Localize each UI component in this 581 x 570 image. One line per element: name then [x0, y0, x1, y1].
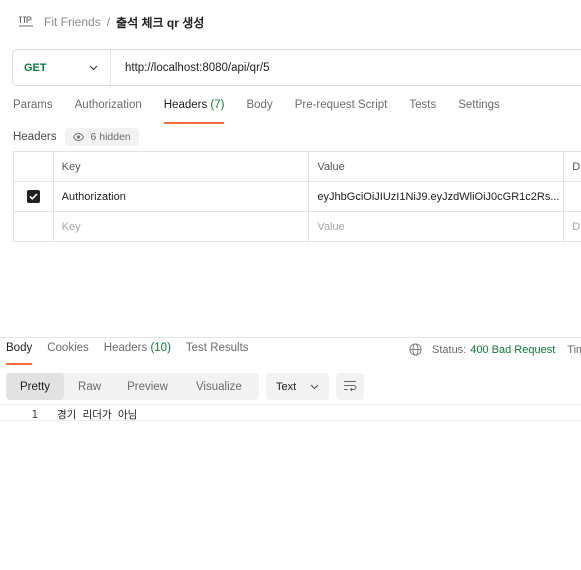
response-divider[interactable] [0, 337, 581, 338]
response-tab-headers[interactable]: Headers (10) [104, 342, 171, 362]
response-tab-cookies[interactable]: Cookies [47, 342, 89, 362]
new-value-field[interactable]: Value [309, 212, 565, 241]
table-row-empty: Key Value D [14, 212, 581, 242]
column-header-key: Key [54, 152, 310, 181]
column-header-description: D [564, 152, 581, 181]
request-tabs: Params Authorization Headers (7) Body Pr… [13, 99, 522, 124]
tab-headers[interactable]: Headers (7) [163, 99, 225, 124]
row-checkbox-cell [14, 212, 54, 241]
row-enabled-checkbox[interactable] [26, 190, 40, 203]
chevron-down-icon [310, 381, 319, 393]
chevron-down-icon [89, 62, 98, 74]
hidden-headers-toggle[interactable]: 6 hidden [65, 128, 139, 146]
tab-label: Test Results [185, 342, 249, 354]
status-badge[interactable]: 400 Bad Request [470, 344, 555, 356]
table-row: Authorization eyJhbGciOiJIUzI1NiJ9.eyJzd… [14, 182, 581, 212]
table-header-row: Key Value D [14, 152, 581, 182]
eye-icon [73, 133, 85, 141]
tab-authorization[interactable]: Authorization [75, 99, 142, 123]
new-key-field[interactable]: Key [54, 212, 310, 241]
row-checkbox-cell [14, 182, 54, 211]
request-title[interactable]: 출석 체크 qr 생성 [116, 14, 204, 31]
select-column-header [14, 152, 54, 181]
response-tab-test-results[interactable]: Test Results [186, 342, 249, 362]
breadcrumb: Fit Friends / 출석 체크 qr 생성 [18, 12, 204, 32]
time-label: Tim [567, 343, 581, 356]
tab-pre-request-script[interactable]: Pre-request Script [295, 99, 388, 123]
language-label: Text [276, 380, 297, 393]
globe-icon[interactable] [409, 343, 422, 356]
response-status: Status: 400 Bad Request Tim [409, 343, 581, 356]
hidden-count: 6 hidden [90, 131, 131, 143]
view-preview[interactable]: Preview [101, 373, 168, 400]
tab-body[interactable]: Body [246, 99, 272, 123]
tab-label: Authorization [74, 99, 142, 111]
view-mode-selector: Pretty Raw Preview Visualize [6, 373, 259, 400]
response-tabs: Body Cookies Headers (10) Test Results [6, 342, 264, 365]
method-select[interactable]: GET [13, 50, 111, 85]
url-input[interactable]: http://localhost:8080/api/qr/5 [111, 62, 270, 74]
view-raw[interactable]: Raw [64, 373, 101, 400]
column-header-value: Value [309, 152, 565, 181]
method-label: GET [24, 61, 47, 74]
tab-label: Pre-request Script [294, 99, 388, 111]
tab-label: Params [13, 99, 53, 111]
new-description-field[interactable]: D [564, 212, 581, 241]
line-number: 1 [31, 407, 38, 421]
url-bar: GET http://localhost:8080/api/qr/5 [12, 49, 581, 86]
tab-params[interactable]: Params [13, 99, 53, 123]
headers-subheader: Headers 6 hidden [13, 128, 139, 146]
tab-settings[interactable]: Settings [458, 99, 500, 123]
breadcrumb-separator: / [106, 15, 111, 29]
tab-label: Body [246, 99, 273, 111]
tab-label: Headers [103, 342, 148, 354]
headers-section-label: Headers [13, 131, 57, 143]
header-value-field[interactable]: eyJhbGciOiJIUzI1NiJ9.eyJzdWliOiJ0cGR1c2R… [309, 182, 565, 211]
status-label: Status: [432, 343, 467, 356]
header-description-field[interactable] [564, 182, 581, 211]
view-pretty[interactable]: Pretty [6, 373, 65, 400]
tab-label: Settings [458, 99, 500, 111]
breadcrumb-collection[interactable]: Fit Friends [44, 15, 101, 29]
tab-label: Headers [163, 99, 208, 111]
wrap-icon [343, 380, 357, 394]
tab-label: Tests [409, 99, 437, 111]
code-line-border [0, 420, 581, 421]
code-top-border [0, 404, 581, 405]
tab-label: Cookies [47, 342, 89, 354]
response-tab-body[interactable]: Body [6, 342, 33, 365]
header-key-field[interactable]: Authorization [54, 182, 310, 211]
tab-count: (10) [150, 342, 171, 354]
language-select[interactable]: Text [266, 373, 329, 400]
tab-tests[interactable]: Tests [409, 99, 436, 123]
view-visualize[interactable]: Visualize [168, 373, 242, 400]
http-icon [18, 15, 34, 29]
tab-label: Body [6, 342, 33, 354]
wrap-lines-button[interactable] [336, 373, 364, 400]
tab-count: (7) [210, 99, 225, 111]
headers-table: Key Value D Authorization eyJhbGciOiJIUz… [13, 151, 581, 242]
